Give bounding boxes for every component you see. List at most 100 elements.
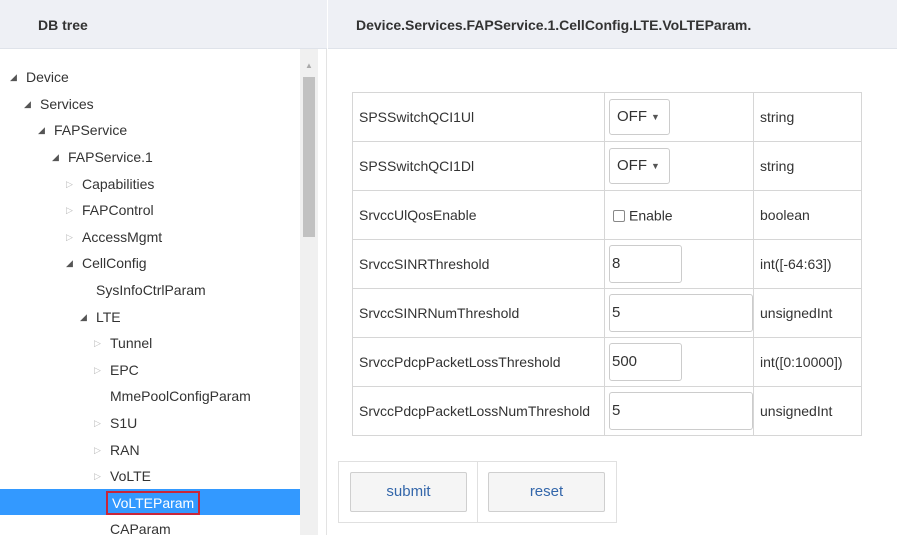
db-tree-title: DB tree — [38, 17, 88, 33]
param-value-cell: 500 — [604, 337, 754, 387]
param-name: SPSSwitchQCI1Ul — [352, 92, 605, 142]
tree-scrollbar[interactable]: ▲ — [300, 49, 318, 535]
caret-down-icon: ▼ — [651, 112, 660, 123]
param-row: SPSSwitchQCI1Dl OFF ▼ string — [352, 141, 862, 191]
param-value-cell: OFF ▼ — [604, 92, 754, 142]
tree-node-label: FAPService.1 — [68, 149, 153, 166]
param-input[interactable]: 5 — [609, 392, 753, 430]
param-select[interactable]: OFF ▼ — [609, 99, 670, 135]
tree-node-services[interactable]: ◢ Services — [24, 90, 98, 116]
param-select[interactable]: OFF ▼ — [609, 148, 670, 184]
tree-node-mmepoolconfigparam[interactable]: MmePoolConfigParam — [94, 382, 255, 408]
tree-node-label: MmePoolConfigParam — [110, 388, 251, 405]
tree-node-epc[interactable]: ▷ EPC — [94, 356, 143, 382]
param-row: SrvccUlQosEnable Enable boolean — [352, 190, 862, 240]
param-type: boolean — [753, 190, 862, 240]
param-name: SrvccSINRNumThreshold — [352, 288, 605, 338]
param-value-cell: 5 — [604, 386, 754, 436]
param-input[interactable]: 500 — [609, 343, 682, 381]
tree-node-label: SysInfoCtrlParam — [96, 282, 206, 299]
tree-node-label: EPC — [110, 361, 139, 378]
tree-node-lte[interactable]: ◢ LTE — [80, 302, 125, 328]
param-value-cell: 8 — [604, 239, 754, 289]
tree-node-label: Capabilities — [82, 175, 155, 192]
collapsed-triangle-icon[interactable]: ▷ — [94, 463, 106, 489]
expanded-triangle-icon[interactable]: ◢ — [52, 144, 64, 170]
enable-checkbox[interactable] — [613, 209, 625, 222]
tree-node-sysinfoctrlparam[interactable]: SysInfoCtrlParam — [80, 276, 210, 302]
param-type: string — [753, 141, 862, 191]
param-row: SrvccSINRThreshold 8 int([-64:63]) — [352, 239, 862, 289]
tree-node-fapcontrol[interactable]: ▷ FAPControl — [66, 196, 158, 222]
expanded-triangle-icon[interactable]: ◢ — [66, 250, 78, 276]
select-value: OFF — [617, 108, 647, 125]
db-tree: ◢ Device ◢ Services ◢ FAPService ◢ FAPService.1… — [0, 49, 300, 535]
collapsed-triangle-icon[interactable]: ▷ — [66, 224, 78, 250]
param-path-title: Device.Services.FAPService.1.CellConfig.… — [356, 17, 752, 33]
tree-node-capabilities[interactable]: ▷ Capabilities — [66, 169, 158, 195]
scroll-up-arrow-icon[interactable]: ▲ — [305, 61, 313, 70]
param-type: unsignedInt — [753, 288, 862, 338]
db-tree-panel: DB tree ◢ Device ◢ Services ◢ FAPService ◢ FAPS… — [0, 0, 327, 535]
tree-node-label: Device — [26, 69, 69, 86]
expanded-triangle-icon[interactable]: ◢ — [10, 64, 22, 90]
param-table: SPSSwitchQCI1Ul OFF ▼ string SPSSwitchQCI1Dl… — [352, 92, 862, 436]
tree-node-label: RAN — [110, 441, 140, 458]
param-name: SrvccUlQosEnable — [352, 190, 605, 240]
submit-button[interactable]: submit — [350, 472, 467, 512]
tree-node-volteparam[interactable]: VoLTEParam — [0, 488, 300, 516]
tree-node-label: VoLTEParam — [106, 491, 201, 516]
tree-node-device[interactable]: ◢ Device — [10, 63, 73, 89]
param-type: int([0:10000]) — [753, 337, 862, 387]
collapsed-triangle-icon[interactable]: ▷ — [94, 437, 106, 463]
param-input[interactable]: 8 — [609, 245, 682, 283]
expanded-triangle-icon[interactable]: ◢ — [80, 304, 92, 330]
param-name: SPSSwitchQCI1Dl — [352, 141, 605, 191]
collapsed-triangle-icon[interactable]: ▷ — [94, 410, 106, 436]
tree-node-label: FAPService — [54, 122, 128, 139]
tree-node-volte[interactable]: ▷ VoLTE — [94, 462, 155, 488]
param-name: SrvccPdcpPacketLossThreshold — [352, 337, 605, 387]
reset-button[interactable]: reset — [488, 472, 605, 512]
scroll-thumb[interactable] — [303, 77, 315, 237]
expanded-triangle-icon[interactable]: ◢ — [24, 91, 36, 117]
button-divider — [477, 462, 478, 522]
collapsed-triangle-icon[interactable]: ▷ — [94, 330, 106, 356]
collapsed-triangle-icon[interactable]: ▷ — [66, 197, 78, 223]
param-name: SrvccPdcpPacketLossNumThreshold — [352, 386, 605, 436]
tree-node-label: S1U — [110, 415, 138, 432]
collapsed-triangle-icon[interactable]: ▷ — [94, 357, 106, 383]
tree-node-label: AccessMgmt — [82, 228, 163, 245]
param-row: SPSSwitchQCI1Ul OFF ▼ string — [352, 92, 862, 142]
tree-node-cellconfig[interactable]: ◢ CellConfig — [66, 249, 151, 275]
tree-node-label: Services — [40, 95, 94, 112]
param-type: int([-64:63]) — [753, 239, 862, 289]
param-row: SrvccSINRNumThreshold 5 unsignedInt — [352, 288, 862, 338]
param-type: unsignedInt — [753, 386, 862, 436]
tree-node-tunnel[interactable]: ▷ Tunnel — [94, 329, 156, 355]
tree-node-label: Tunnel — [110, 335, 153, 352]
tree-node-fapservice-1[interactable]: ◢ FAPService.1 — [52, 143, 157, 169]
param-path-header: Device.Services.FAPService.1.CellConfig.… — [328, 0, 897, 49]
tree-node-label: VoLTE — [110, 468, 151, 485]
collapsed-triangle-icon[interactable]: ▷ — [66, 171, 78, 197]
action-bar: submit reset — [338, 461, 617, 523]
expanded-triangle-icon[interactable]: ◢ — [38, 117, 50, 143]
param-row: SrvccPdcpPacketLossNumThreshold 5 unsigned… — [352, 386, 862, 436]
caret-down-icon: ▼ — [651, 161, 660, 172]
tree-node-label: LTE — [96, 308, 121, 325]
db-tree-header: DB tree — [0, 0, 327, 49]
param-input[interactable]: 5 — [609, 294, 753, 332]
param-value-cell: OFF ▼ — [604, 141, 754, 191]
tree-node-accessmgmt[interactable]: ▷ AccessMgmt — [66, 223, 166, 249]
tree-node-label: CAParam — [110, 521, 171, 535]
tree-node-fapservice[interactable]: ◢ FAPService — [38, 116, 131, 142]
tree-node-ran[interactable]: ▷ RAN — [94, 435, 144, 461]
tree-node-caparam[interactable]: CAParam — [94, 515, 175, 535]
checkbox-label[interactable]: Enable — [629, 208, 673, 224]
select-value: OFF — [617, 157, 647, 174]
param-value-cell: Enable — [604, 190, 754, 240]
param-type: string — [753, 92, 862, 142]
tree-node-label: CellConfig — [82, 255, 147, 272]
tree-node-s1u[interactable]: ▷ S1U — [94, 409, 141, 435]
